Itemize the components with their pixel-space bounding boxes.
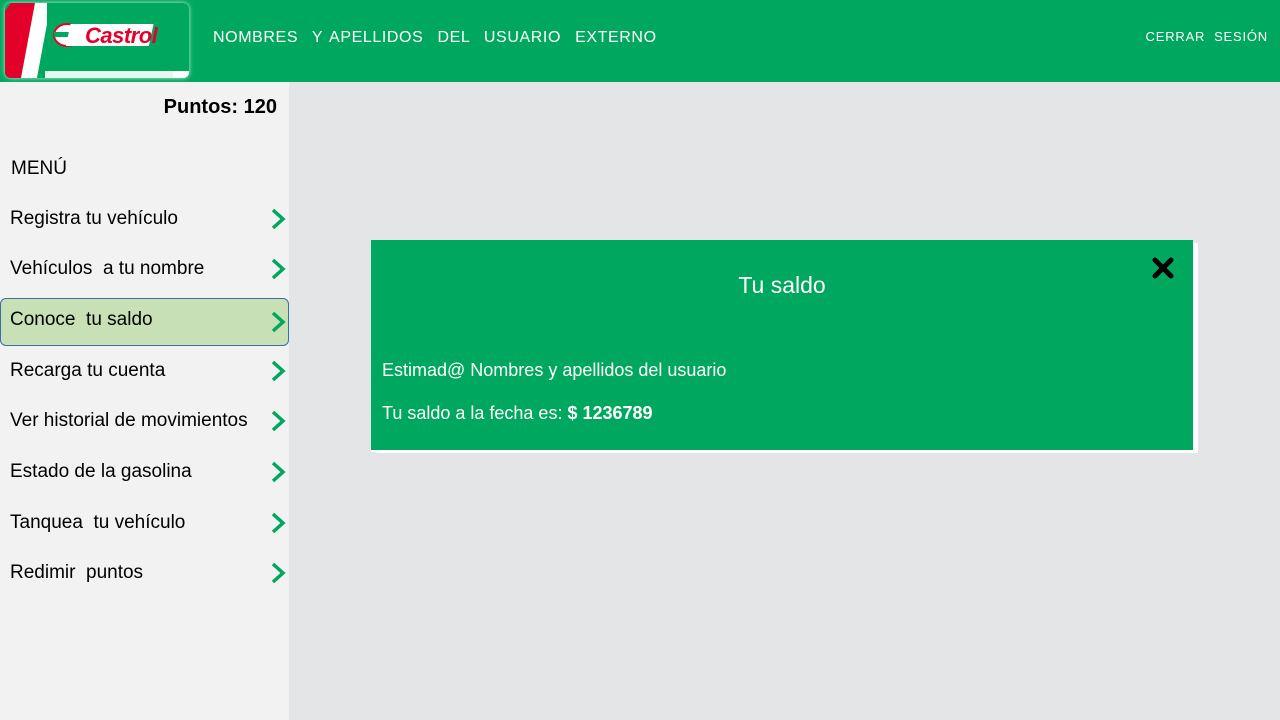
top-bar: Castrol NOMBRES Y APELLIDOS DEL USUARIO …	[0, 0, 1280, 82]
chevron-right-icon	[271, 461, 286, 483]
chevron-right-icon	[271, 562, 286, 584]
chevron-right-icon	[271, 311, 286, 333]
chevron-right-icon	[271, 512, 286, 534]
castrol-logo[interactable]: Castrol	[5, 3, 189, 78]
balance-dialog: Tu saldo Estimad@ Nombres y apellidos de…	[371, 240, 1193, 450]
chevron-right-icon	[271, 258, 286, 280]
sidebar-item-label: Recarga tu cuenta	[10, 360, 166, 381]
sidebar-item-label: Tanquea tu vehículo	[10, 512, 186, 533]
sidebar: Puntos: 120 MENÚ Registra tu vehículo Ve…	[0, 82, 289, 720]
greeting-text: Estimad@ Nombres y apellidos del usuario	[382, 360, 727, 380]
sidebar-item-estado-gasolina[interactable]: Estado de la gasolina	[0, 450, 289, 496]
menu-title: MENÚ	[11, 158, 67, 179]
logout-button[interactable]: CERRAR SESIÓN	[1146, 29, 1268, 44]
sidebar-item-label: Vehículos a tu nombre	[10, 258, 205, 279]
sidebar-item-label: Conoce tu saldo	[10, 309, 153, 330]
sidebar-item-vehiculos-nombre[interactable]: Vehículos a tu nombre	[0, 247, 289, 293]
dialog-title: Tu saldo	[738, 272, 826, 298]
user-name: NOMBRES Y APELLIDOS DEL USUARIO EXTERNO	[213, 29, 657, 46]
brand-name: Castrol	[85, 23, 158, 48]
points-counter: Puntos: 120	[163, 96, 277, 118]
sidebar-item-recarga-cuenta[interactable]: Recarga tu cuenta	[0, 349, 289, 395]
chevron-right-icon	[271, 360, 286, 382]
sidebar-item-redimir-puntos[interactable]: Redimir puntos	[0, 551, 289, 597]
chevron-right-icon	[271, 410, 286, 432]
sidebar-item-label: Estado de la gasolina	[10, 461, 192, 482]
chevron-right-icon	[271, 208, 286, 230]
sidebar-item-tanquea-vehiculo[interactable]: Tanquea tu vehículo	[0, 501, 289, 547]
balance-line: Tu saldo a la fecha es: $ 1236789	[382, 403, 653, 424]
balance-label: Tu saldo a la fecha es:	[382, 403, 563, 423]
sidebar-item-label: Ver historial de movimientos	[10, 410, 248, 431]
sidebar-item-historial-movimientos[interactable]: Ver historial de movimientos	[0, 399, 289, 445]
sidebar-item-label: Redimir puntos	[10, 562, 144, 583]
balance-value: $ 1236789	[567, 403, 653, 423]
sidebar-item-registra-vehiculo[interactable]: Registra tu vehículo	[0, 197, 289, 243]
close-icon[interactable]	[1151, 256, 1175, 280]
sidebar-item-label: Registra tu vehículo	[10, 208, 178, 229]
sidebar-item-conoce-saldo[interactable]: Conoce tu saldo	[0, 298, 289, 346]
